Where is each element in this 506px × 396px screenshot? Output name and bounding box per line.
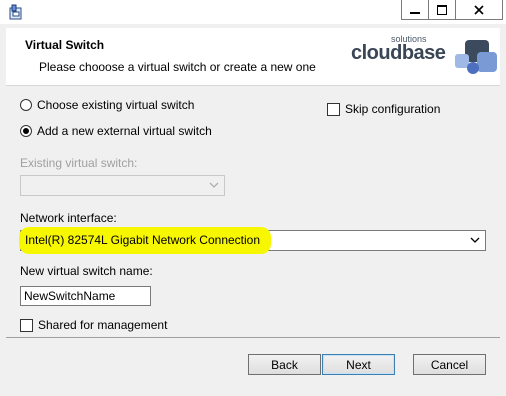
title-bar: [0, 0, 506, 24]
maximize-icon: [437, 4, 447, 15]
wizard-header: Virtual Switch Please chooose a virtual …: [6, 28, 500, 86]
page-subtitle: Please chooose a virtual switch or creat…: [39, 60, 316, 74]
installer-icon: [9, 4, 22, 20]
cancel-button[interactable]: Cancel: [413, 354, 486, 375]
new-switch-name-input[interactable]: [21, 287, 150, 305]
cloudbase-logo: solutions cloudbase: [351, 32, 499, 80]
close-icon: [474, 4, 484, 15]
close-button[interactable]: [455, 0, 503, 20]
chevron-down-icon: [470, 237, 480, 243]
choose-existing-option[interactable]: Choose existing virtual switch: [20, 98, 194, 112]
add-new-radio[interactable]: [20, 125, 32, 137]
skip-configuration-label: Skip configuration: [345, 102, 441, 116]
new-switch-name-label: New virtual switch name:: [20, 264, 153, 278]
shared-management-checkbox[interactable]: [20, 318, 33, 332]
minimize-button[interactable]: [401, 0, 429, 20]
network-interface-select[interactable]: Intel(R) 82574L Gigabit Network Connecti…: [19, 227, 486, 254]
network-interface-value: Intel(R) 82574L Gigabit Network Connecti…: [25, 233, 261, 247]
chevron-down-icon: [209, 182, 219, 188]
existing-switch-label: Existing virtual switch:: [20, 156, 138, 170]
choose-existing-radio[interactable]: [20, 99, 32, 111]
network-interface-label: Network interface:: [20, 211, 117, 225]
logo-word: cloudbase: [351, 42, 446, 64]
new-switch-name-field[interactable]: [20, 286, 151, 306]
logo-cubes-icon: [455, 40, 497, 74]
minimize-icon: [410, 11, 420, 14]
footer-divider: [6, 337, 500, 338]
existing-switch-select[interactable]: [20, 175, 225, 196]
choose-existing-label: Choose existing virtual switch: [37, 98, 195, 112]
page-title: Virtual Switch: [25, 38, 105, 52]
shared-management-option[interactable]: Shared for management: [20, 318, 167, 332]
back-button[interactable]: Back: [248, 354, 321, 375]
skip-configuration-option[interactable]: Skip configuration: [327, 102, 440, 116]
next-button[interactable]: Next: [322, 354, 395, 375]
maximize-button[interactable]: [428, 0, 456, 20]
shared-management-label: Shared for management: [38, 318, 168, 332]
skip-configuration-checkbox[interactable]: [327, 102, 340, 116]
add-new-label: Add a new external virtual switch: [37, 124, 212, 138]
add-new-option[interactable]: Add a new external virtual switch: [20, 124, 212, 138]
